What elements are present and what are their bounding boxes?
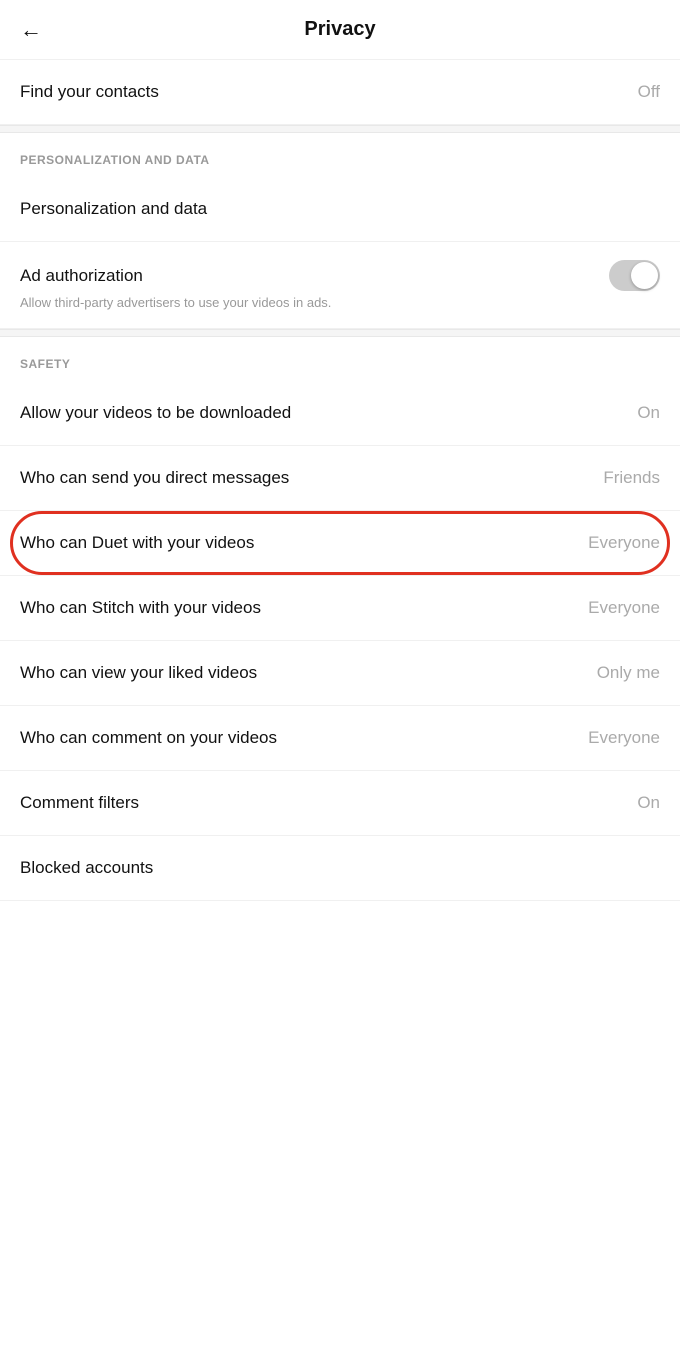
section-divider — [0, 125, 680, 133]
ad-authorization-top: Ad authorization — [20, 260, 660, 291]
find-contacts-value: Off — [638, 82, 660, 102]
personalization-label: Personalization and data — [20, 199, 660, 219]
find-contacts-label: Find your contacts — [20, 82, 628, 102]
comment-filters-value: On — [637, 793, 660, 813]
direct-messages-label: Who can send you direct messages — [20, 468, 593, 488]
comment-row[interactable]: Who can comment on your videos Everyone — [0, 706, 680, 771]
allow-downloads-row[interactable]: Allow your videos to be downloaded On — [0, 381, 680, 446]
toggle-knob — [631, 262, 658, 289]
personalization-section-label: PERSONALIZATION AND DATA — [0, 133, 680, 177]
blocked-accounts-row[interactable]: Blocked accounts — [0, 836, 680, 901]
direct-messages-row[interactable]: Who can send you direct messages Friends — [0, 446, 680, 511]
allow-downloads-value: On — [637, 403, 660, 423]
comment-value: Everyone — [588, 728, 660, 748]
back-button[interactable]: ← — [20, 17, 42, 43]
ad-authorization-label: Ad authorization — [20, 266, 609, 286]
duet-label: Who can Duet with your videos — [20, 533, 578, 553]
page-title: Privacy — [304, 18, 375, 41]
liked-videos-row[interactable]: Who can view your liked videos Only me — [0, 641, 680, 706]
duet-row[interactable]: Who can Duet with your videos Everyone — [0, 511, 680, 576]
ad-authorization-toggle[interactable] — [609, 260, 660, 291]
direct-messages-value: Friends — [603, 468, 660, 488]
stitch-value: Everyone — [588, 598, 660, 618]
safety-section-divider — [0, 329, 680, 337]
personalization-row[interactable]: Personalization and data — [0, 177, 680, 242]
stitch-row[interactable]: Who can Stitch with your videos Everyone — [0, 576, 680, 641]
allow-downloads-label: Allow your videos to be downloaded — [20, 403, 627, 423]
header: ← Privacy — [0, 0, 680, 60]
stitch-label: Who can Stitch with your videos — [20, 598, 578, 618]
comment-filters-label: Comment filters — [20, 793, 627, 813]
liked-videos-label: Who can view your liked videos — [20, 663, 587, 683]
comment-label: Who can comment on your videos — [20, 728, 578, 748]
comment-filters-row[interactable]: Comment filters On — [0, 771, 680, 836]
blocked-accounts-label: Blocked accounts — [20, 858, 650, 878]
find-contacts-row[interactable]: Find your contacts Off — [0, 60, 680, 125]
ad-authorization-subtitle: Allow third-party advertisers to use you… — [20, 295, 660, 310]
ad-authorization-row[interactable]: Ad authorization Allow third-party adver… — [0, 242, 680, 329]
safety-section-label: SAFETY — [0, 337, 680, 381]
liked-videos-value: Only me — [597, 663, 660, 683]
duet-value: Everyone — [588, 533, 660, 553]
